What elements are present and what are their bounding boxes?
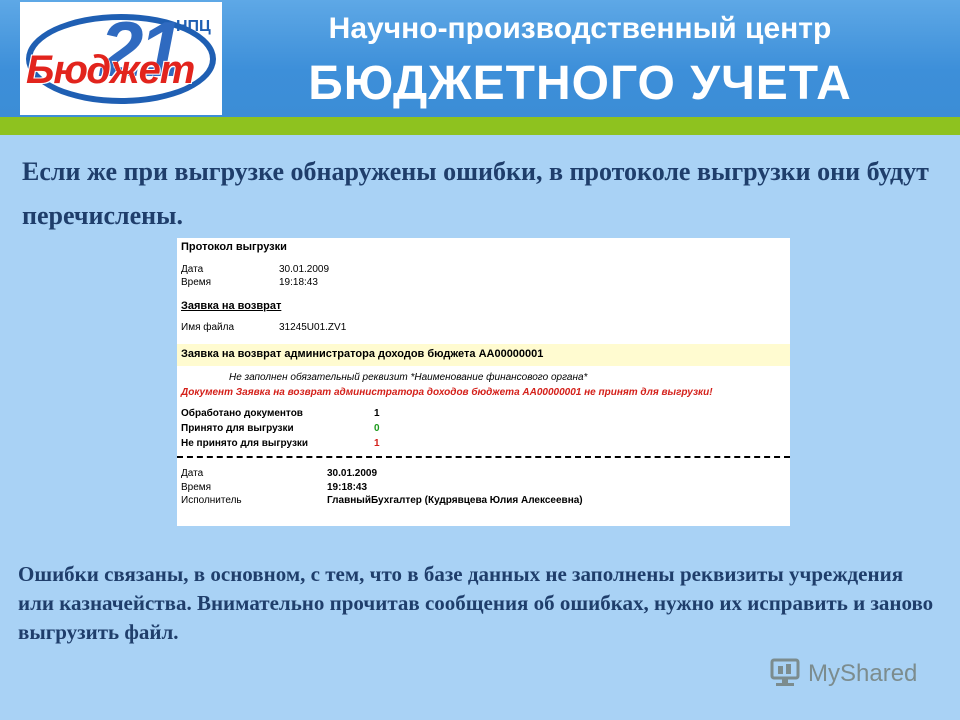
file-label: Имя файла bbox=[181, 322, 235, 333]
header-title-line1: Научно-производственный центр bbox=[328, 12, 832, 45]
time-label: Время bbox=[181, 277, 212, 288]
date-label: Дата bbox=[181, 264, 204, 275]
executor-value: ГлавныйБухгалтер (Кудрявцева Юлия Алексе… bbox=[327, 495, 583, 506]
warning-message: Не заполнен обязательный реквизит *Наиме… bbox=[229, 372, 588, 383]
header-banner: 21 НПЦ Бюджет Научно-производственный це… bbox=[0, 0, 960, 117]
myshared-icon bbox=[768, 658, 802, 690]
header-title-line2: БЮДЖЕТНОГО УЧЕТА bbox=[308, 57, 852, 110]
date-value: 30.01.2009 bbox=[279, 264, 330, 275]
footer-time-value: 19:18:43 bbox=[327, 482, 368, 493]
footer-time-label: Время bbox=[181, 482, 212, 493]
dashed-separator bbox=[177, 456, 790, 458]
logo-npc-label: НПЦ bbox=[176, 18, 211, 35]
processed-value: 1 bbox=[374, 408, 380, 419]
accepted-value: 0 bbox=[374, 423, 380, 434]
section-title: Заявка на возврат bbox=[181, 300, 282, 312]
footer-date-value: 30.01.2009 bbox=[327, 468, 378, 479]
rejected-value: 1 bbox=[374, 438, 380, 449]
time-value: 19:18:43 bbox=[279, 277, 318, 288]
processed-label: Обработано документов bbox=[181, 408, 303, 419]
myshared-watermark[interactable]: MyShared bbox=[768, 654, 917, 694]
footer-date-label: Дата bbox=[181, 468, 204, 479]
accepted-label: Принято для выгрузки bbox=[181, 423, 294, 434]
rejected-label: Не принято для выгрузки bbox=[181, 438, 309, 449]
intro-paragraph: Если же при выгрузке обнаружены ошибки, … bbox=[22, 157, 929, 230]
file-value: 31245U01.ZV1 bbox=[279, 322, 347, 333]
header-divider-bar bbox=[0, 117, 960, 135]
protocol-screenshot: Протокол выгрузки Дата 30.01.2009 Время … bbox=[177, 238, 790, 526]
document-header: Заявка на возврат администратора доходов… bbox=[181, 348, 544, 360]
error-message: Документ Заявка на возврат администратор… bbox=[181, 387, 713, 398]
myshared-text: MyShared bbox=[808, 660, 918, 687]
logo-word: Бюджет bbox=[26, 48, 195, 92]
budget21-logo: 21 НПЦ Бюджет bbox=[20, 2, 222, 115]
footer-paragraph: Ошибки связаны, в основном, с тем, что в… bbox=[18, 562, 934, 644]
executor-label: Исполнитель bbox=[181, 495, 242, 506]
protocol-title: Протокол выгрузки bbox=[181, 241, 287, 253]
